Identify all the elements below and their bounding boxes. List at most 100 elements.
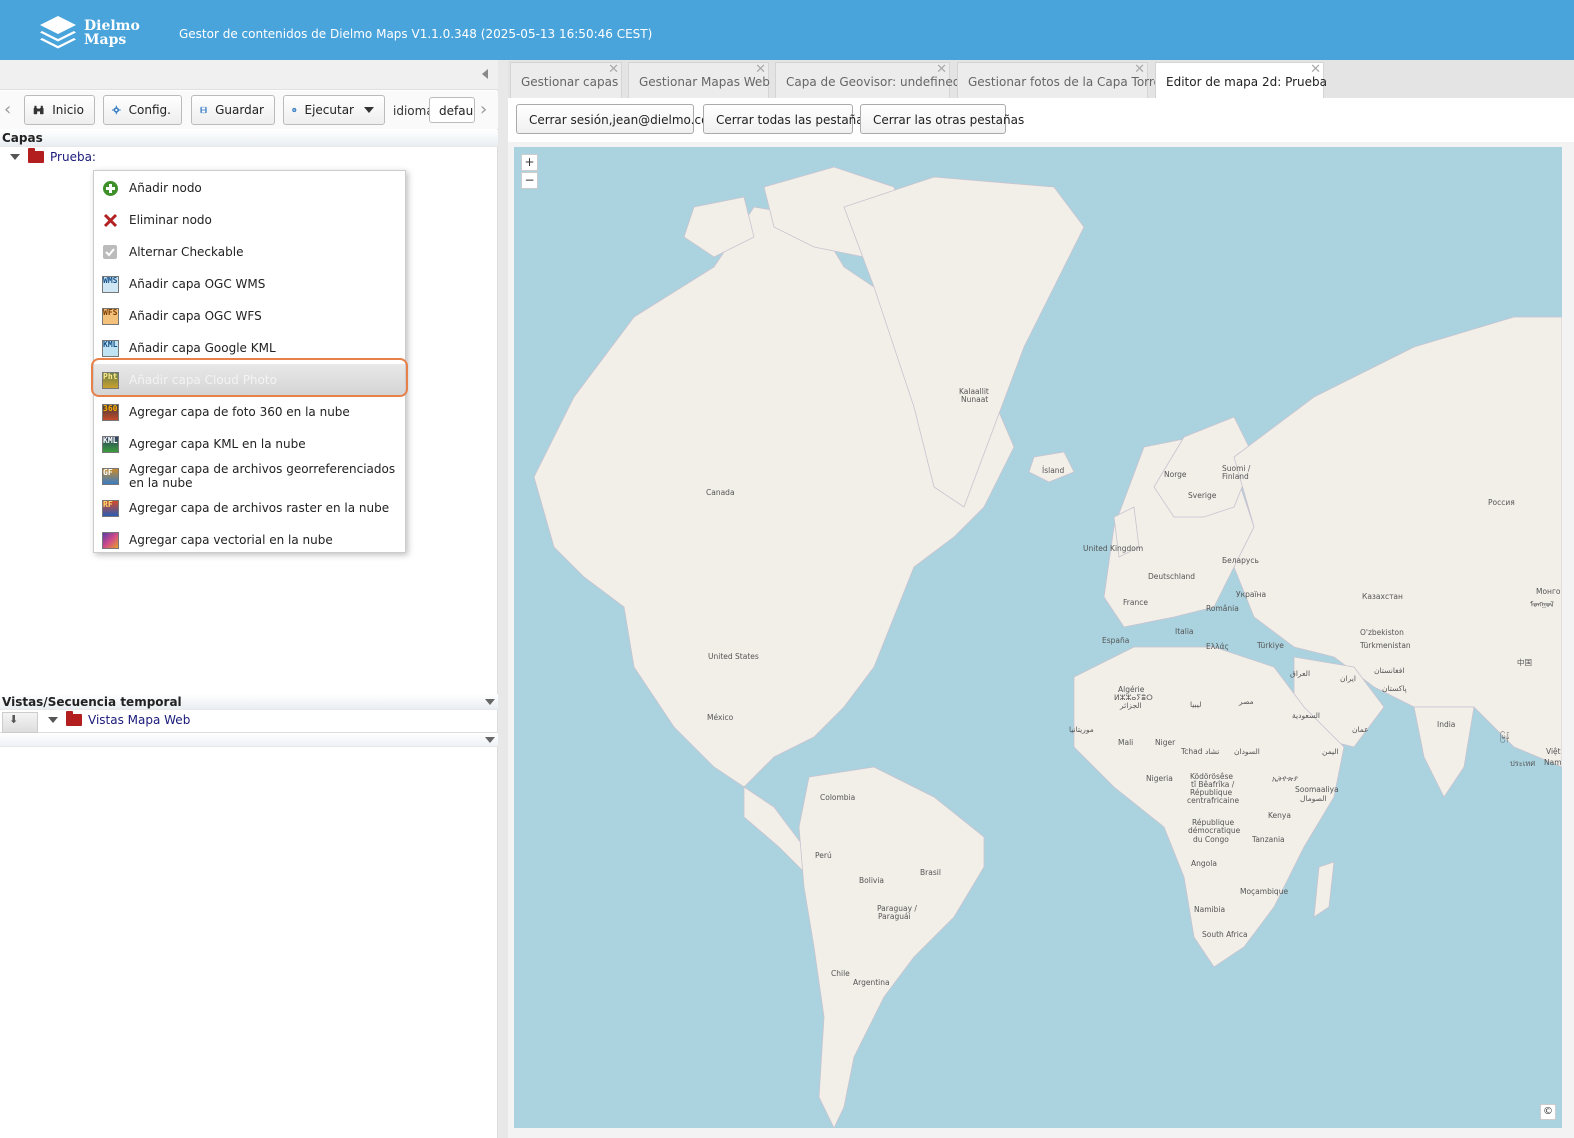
main-toolbar: ‹ Inicio Config. Guardar Ejecutar idioma…	[0, 91, 498, 129]
map-label: Niger	[1155, 738, 1176, 747]
map-label: افغانستان	[1374, 666, 1405, 675]
map-label: India	[1437, 720, 1456, 729]
idioma-select[interactable]: default	[429, 97, 475, 123]
map-label: عمان	[1352, 725, 1369, 734]
checkbox-icon	[103, 244, 117, 259]
menu-item-foto-360[interactable]: 360 Agregar capa de foto 360 en la nube	[94, 396, 405, 428]
menu-item-georreferenciados[interactable]: GF Agregar capa de archivos georreferenc…	[94, 460, 405, 492]
menu-item-label: Agregar capa de archivos georreferenciad…	[129, 462, 396, 490]
map-label: México	[707, 713, 734, 722]
map-label: ประเทศ	[1510, 759, 1536, 768]
zoom-out-button[interactable]: −	[521, 172, 538, 189]
menu-item-label: Alternar Checkable	[129, 245, 244, 259]
tab-gestionar-capas[interactable]: Gestionar capas ✕	[510, 62, 622, 98]
tab-gestionar-fotos[interactable]: Gestionar fotos de la Capa Torre ✕	[957, 62, 1161, 98]
tab-editor-mapa-2d[interactable]: Editor de mapa 2d: Prueba ✕	[1155, 62, 1327, 99]
add-green-icon	[103, 180, 118, 196]
kml-layer-icon: KML	[102, 339, 119, 357]
delete-red-x-icon	[103, 213, 118, 227]
action-bar: Cerrar sesión,jean@dielmo.com Cerrar tod…	[508, 98, 1574, 142]
map-label: Angola	[1191, 859, 1217, 868]
menu-item-label: Añadir nodo	[129, 181, 202, 195]
map-label: پاکستان	[1382, 684, 1407, 693]
highlight-annotation-ring	[91, 358, 408, 397]
guardar-button[interactable]: Guardar	[191, 95, 275, 125]
menu-item-alternar-checkable[interactable]: Alternar Checkable	[94, 236, 405, 268]
map-label: Nunaat	[961, 395, 989, 404]
tree-node-prueba[interactable]: Prueba:	[10, 148, 96, 164]
close-other-tabs-button[interactable]: Cerrar las otras pestañas	[860, 104, 1024, 134]
close-icon[interactable]: ✕	[1310, 62, 1321, 77]
map-label: Finland	[1222, 472, 1249, 481]
tree-node-vistas-mapa-web[interactable]: Vistas Mapa Web	[48, 711, 190, 727]
toolbar-scroll-right-icon[interactable]: ›	[480, 101, 492, 119]
map-label: موريتانيا	[1069, 725, 1094, 734]
map-label: 中国	[1517, 658, 1532, 667]
config-button[interactable]: Config.	[103, 95, 182, 125]
map-label: United Kingdom	[1083, 544, 1144, 553]
map-label: ليبيا	[1190, 700, 1202, 709]
vistas-collapse-icon[interactable]	[485, 699, 495, 705]
zoom-in-button[interactable]: +	[521, 154, 538, 171]
map-label: Ísland	[1042, 466, 1065, 475]
photo-360-icon: 360	[102, 403, 119, 421]
ejecutar-label: Ejecutar	[304, 103, 355, 117]
map-label: Казахстан	[1362, 592, 1403, 601]
tab-capa-geovisor[interactable]: Capa de Geovisor: undefined ✕	[775, 62, 960, 98]
tab-gestionar-mapas-web[interactable]: Gestionar Mapas Web ✕	[628, 62, 770, 98]
collapse-icon[interactable]	[485, 737, 495, 743]
menu-item-label: Añadir capa Google KML	[129, 341, 276, 355]
close-icon[interactable]: ✕	[936, 62, 947, 77]
folder-icon	[28, 148, 44, 163]
map-label: Norge	[1164, 470, 1187, 479]
ejecutar-button[interactable]: Ejecutar	[283, 95, 385, 125]
map-viewport[interactable]: + − © Kalaallit Nunaat Canada Ísland Nor…	[514, 147, 1562, 1128]
map-label: Mali	[1118, 738, 1134, 747]
map-label: Беларусь	[1222, 556, 1259, 565]
map-label: Ελλάς	[1206, 642, 1229, 651]
menu-item-raster[interactable]: RF Agregar capa de archivos raster en la…	[94, 492, 405, 524]
menu-item-anadir-wfs[interactable]: WFS Añadir capa OGC WFS	[94, 300, 405, 332]
map-label: South Africa	[1202, 930, 1248, 939]
toolbar-scroll-left-icon[interactable]: ‹	[4, 101, 16, 119]
close-icon[interactable]: ✕	[1134, 62, 1145, 77]
left-panel-collapse-bar[interactable]	[0, 60, 498, 90]
map-label: Canada	[706, 488, 735, 497]
logo-line-1: Dielmo	[84, 18, 140, 34]
map-label: Tchad تشاد	[1181, 747, 1220, 756]
menu-item-anadir-wms[interactable]: WMS Añadir capa OGC WMS	[94, 268, 405, 300]
map-label: Argentina	[853, 978, 890, 987]
attribution-button[interactable]: ©	[1540, 1104, 1556, 1120]
close-icon[interactable]: ✕	[608, 62, 619, 77]
expand-triangle-icon[interactable]	[48, 717, 58, 723]
map-label: du Congo	[1193, 835, 1229, 844]
inicio-button[interactable]: Inicio	[24, 95, 95, 125]
logo-line-2: Maps	[84, 32, 127, 48]
menu-item-kml-nube[interactable]: KML Agregar capa KML en la nube	[94, 428, 405, 460]
expand-triangle-icon[interactable]	[10, 154, 20, 160]
map-label: Colombia	[820, 793, 856, 802]
download-button[interactable]: ⬇	[2, 712, 38, 733]
close-icon[interactable]: ✕	[755, 62, 766, 77]
map-label: O'zbekiston	[1360, 628, 1404, 637]
dropdown-chevron-icon	[364, 107, 374, 113]
map-label: România	[1206, 604, 1239, 613]
map-label: Россия	[1488, 498, 1515, 507]
app-header: Dielmo Maps Gestor de contenidos de Diel…	[0, 0, 1574, 60]
collapse-left-icon[interactable]	[482, 69, 488, 79]
map-label: Bolivia	[859, 876, 885, 885]
map-label: Moçambique	[1240, 887, 1289, 896]
menu-item-vectorial[interactable]: Agregar capa vectorial en la nube	[94, 524, 405, 556]
logo-text: Dielmo Maps	[84, 19, 140, 47]
layers-logo-icon	[40, 16, 76, 49]
menu-item-anadir-nodo[interactable]: Añadir nodo	[94, 172, 405, 204]
logout-button[interactable]: Cerrar sesión,jean@dielmo.com	[516, 104, 720, 134]
close-all-tabs-button[interactable]: Cerrar todas las pestañas	[703, 104, 870, 134]
binoculars-icon	[33, 105, 44, 115]
map-label: Україна	[1236, 590, 1267, 599]
map-label: السودان	[1234, 747, 1260, 756]
panel-splitter[interactable]	[498, 60, 508, 1138]
map-label: Soomaaliya	[1295, 785, 1339, 794]
map-label: Türkiye	[1257, 641, 1284, 650]
menu-item-eliminar-nodo[interactable]: Eliminar nodo	[94, 204, 405, 236]
